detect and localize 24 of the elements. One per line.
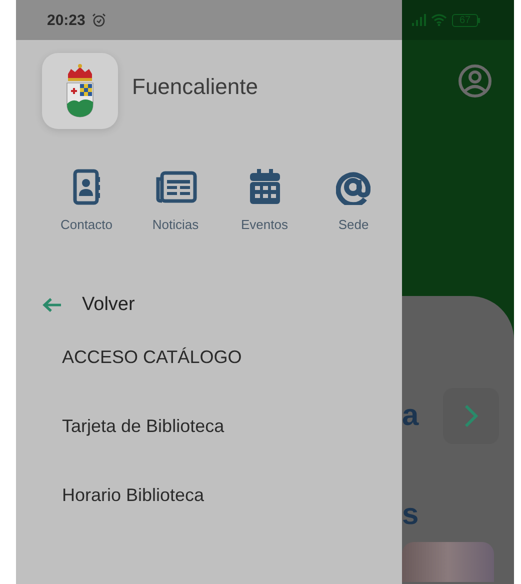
alarm-clock-icon [92,13,106,27]
profile-icon[interactable] [458,64,492,98]
status-time: 20:23 [47,12,86,28]
wifi-icon [431,14,447,26]
newspaper-icon [154,171,196,203]
shortcut-button[interactable]: Sede [309,169,398,232]
next-button[interactable] [442,388,499,444]
back-button[interactable]: Volver [42,294,135,316]
heading-text: a [402,399,419,433]
menu-item[interactable]: ACCESO CATÁLOGO [62,323,242,392]
signal-icon [412,14,426,26]
menu-item[interactable]: Tarjeta de Biblioteca [62,392,224,461]
town-name: Fuencaliente [132,74,258,100]
back-arrow-icon [42,297,62,313]
chevron-right-icon [464,404,478,428]
contact-book-icon [72,169,100,205]
at-sign-icon [336,169,372,205]
shortcut-button[interactable]: Contacto [42,169,131,232]
shortcut-button[interactable]: Noticias [131,169,220,232]
shortcut-button[interactable]: Eventos [220,169,309,232]
section-heading: s [402,498,419,532]
coat-of-arms-drawing [65,64,95,118]
calendar-icon [248,169,280,205]
menu-item[interactable]: Horario Biblioteca [62,461,204,530]
